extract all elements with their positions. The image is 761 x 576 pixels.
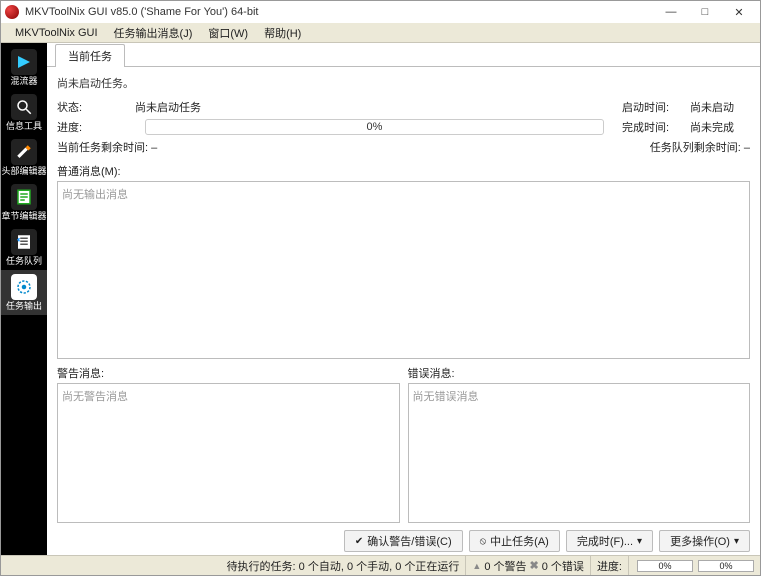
check-icon: ✔: [355, 536, 363, 547]
tab-strip: 当前任务: [47, 43, 760, 67]
mini-progress-2: 0%: [698, 560, 754, 572]
chevron-down-icon: ▾: [637, 536, 642, 547]
finish-time-value: 尚未完成: [690, 119, 750, 135]
abort-button[interactable]: ⦸中止任务(A): [469, 530, 560, 552]
sidebar-item-multiplexer[interactable]: 混流器: [1, 45, 47, 90]
sidebar-label: 章节编辑器: [1, 212, 46, 221]
chapter-editor-icon: [11, 184, 37, 210]
sidebar-label: 信息工具: [6, 122, 42, 131]
more-actions-button[interactable]: 更多操作(O) ▾: [659, 530, 750, 552]
window-title: MKVToolNix GUI v85.0 ('Shame For You') 6…: [25, 6, 654, 18]
progress-label: 进度:: [57, 119, 127, 135]
multiplexer-icon: [11, 49, 37, 75]
no-job-text: 尚未启动任务。: [57, 73, 750, 99]
status-row: 状态: 尚未启动任务 启动时间: 尚未启动: [57, 99, 750, 115]
after-finish-button[interactable]: 完成时(F)... ▾: [566, 530, 653, 552]
content-area: 当前任务 尚未启动任务。 状态: 尚未启动任务 启动时间: 尚未启动 进度: 0…: [47, 43, 760, 555]
menu-help[interactable]: 帮助(H): [256, 23, 309, 43]
app-logo-icon: [5, 5, 19, 19]
sidebar-label: 混流器: [10, 77, 37, 86]
left-sidebar: 混流器 信息工具 头部编辑器 章节编辑器 任务队列 任务输出: [1, 43, 47, 555]
warn-label: 警告消息:: [57, 365, 400, 381]
header-editor-icon: [11, 139, 37, 165]
status-progress-label: 进度:: [591, 556, 629, 575]
info-tool-icon: [11, 94, 37, 120]
errors-column: 错误消息: 尚无错误消息: [408, 363, 751, 523]
title-bar: MKVToolNix GUI v85.0 ('Shame For You') 6…: [1, 1, 760, 23]
finish-time-label: 完成时间:: [622, 119, 682, 135]
status-warnings: ▲0 个警告 ✖0 个错误: [466, 556, 591, 575]
tab-current-job[interactable]: 当前任务: [55, 44, 125, 67]
main-region: 混流器 信息工具 头部编辑器 章节编辑器 任务队列 任务输出 当前任务 尚未启动…: [1, 43, 760, 555]
err-msg-box[interactable]: 尚无错误消息: [408, 383, 751, 523]
normal-msg-box[interactable]: 尚无输出消息: [57, 181, 750, 359]
start-time-label: 启动时间:: [622, 99, 682, 115]
sidebar-label: 任务输出: [6, 302, 42, 311]
job-output-body: 尚未启动任务。 状态: 尚未启动任务 启动时间: 尚未启动 进度: 0% 完成时…: [47, 67, 760, 527]
err-label: 错误消息:: [408, 365, 751, 381]
progress-bar: 0%: [145, 119, 604, 135]
status-bar: 待执行的任务: 0 个自动, 0 个手动, 0 个正在运行 ▲0 个警告 ✖0 …: [1, 555, 760, 575]
acknowledge-button[interactable]: ✔确认警告/错误(C): [344, 530, 463, 552]
lower-split: 警告消息: 尚无警告消息 错误消息: 尚无错误消息: [57, 363, 750, 523]
button-bar: ✔确认警告/错误(C) ⦸中止任务(A) 完成时(F)... ▾ 更多操作(O)…: [47, 527, 760, 555]
sidebar-item-chapter-editor[interactable]: 章节编辑器: [1, 180, 47, 225]
menu-mkvtoolnix-gui[interactable]: MKVToolNix GUI: [7, 25, 106, 41]
sidebar-label: 头部编辑器: [1, 167, 46, 176]
maximize-button[interactable]: □: [688, 1, 722, 23]
sidebar-item-header-editor[interactable]: 头部编辑器: [1, 135, 47, 180]
warn-msg-box[interactable]: 尚无警告消息: [57, 383, 400, 523]
minimize-button[interactable]: —: [654, 1, 688, 23]
sidebar-label: 任务队列: [6, 257, 42, 266]
status-label: 状态:: [57, 99, 127, 115]
close-button[interactable]: ✕: [722, 1, 756, 23]
status-value: 尚未启动任务: [135, 99, 614, 115]
status-pending: 待执行的任务: 0 个自动, 0 个手动, 0 个正在运行: [1, 556, 466, 575]
mini-progress-1: 0%: [637, 560, 693, 572]
menu-bar: MKVToolNix GUI 任务输出消息(J) 窗口(W) 帮助(H): [1, 23, 760, 43]
chevron-down-icon: ▾: [734, 536, 739, 547]
queue-remaining: 任务队列剩余时间: –: [650, 139, 750, 155]
remaining-row: 当前任务剩余时间: – 任务队列剩余时间: –: [57, 139, 750, 155]
status-progress-bars: 0% 0%: [629, 556, 760, 575]
sidebar-item-info-tool[interactable]: 信息工具: [1, 90, 47, 135]
normal-msg-label: 普通消息(M):: [57, 163, 750, 179]
current-remaining: 当前任务剩余时间: –: [57, 139, 157, 155]
job-output-icon: [11, 274, 37, 300]
menu-job-output[interactable]: 任务输出消息(J): [106, 23, 201, 43]
sidebar-item-job-output[interactable]: 任务输出: [1, 270, 47, 315]
progress-row: 进度: 0% 完成时间: 尚未完成: [57, 119, 750, 135]
start-time-value: 尚未启动: [690, 99, 750, 115]
menu-window[interactable]: 窗口(W): [200, 23, 256, 43]
stop-icon: ⦸: [480, 536, 487, 547]
job-queue-icon: [11, 229, 37, 255]
warnings-column: 警告消息: 尚无警告消息: [57, 363, 400, 523]
error-icon: ✖: [530, 559, 539, 572]
sidebar-item-job-queue[interactable]: 任务队列: [1, 225, 47, 270]
warning-icon: ▲: [472, 561, 481, 571]
